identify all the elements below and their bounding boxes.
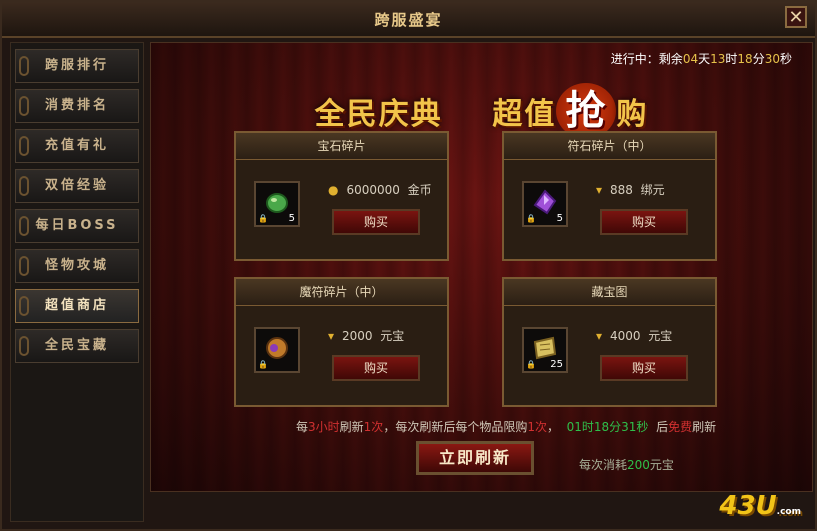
item-quantity: 25 xyxy=(550,359,563,370)
tab-ring-icon xyxy=(19,216,29,236)
item-price: ▾ 888 绑元 xyxy=(596,183,665,197)
refresh-now-button[interactable]: 立即刷新 xyxy=(416,441,534,475)
tab-ring-icon xyxy=(19,256,29,276)
buy-button[interactable]: 购买 xyxy=(600,355,688,381)
green-gem-icon xyxy=(266,193,288,213)
close-button[interactable]: ✕ xyxy=(785,6,807,28)
sidebar: 跨服排行 消费排名 充值有礼 双倍经验 每日BOSS 怪物攻城 超值商店 全民宝… xyxy=(10,42,144,522)
shop-card-gem-shard: 宝石碎片 🔒 5 ● 6000000 金币 购买 xyxy=(234,131,449,261)
bound-lock-icon: 🔒 xyxy=(258,360,268,369)
item-price: ▾ 2000 元宝 xyxy=(328,329,405,343)
card-title: 藏宝图 xyxy=(504,279,715,306)
sidebar-item-recharge-gift[interactable]: 充值有礼 xyxy=(15,129,139,163)
amulet-icon xyxy=(266,337,288,359)
bound-lock-icon: 🔒 xyxy=(526,360,536,369)
treasure-map-icon xyxy=(533,336,557,360)
shop-card-rune-shard: 符石碎片（中） 🔒 5 ▾ 888 绑元 购买 xyxy=(502,131,717,261)
gold-coin-icon: ● xyxy=(328,183,339,197)
item-quantity: 5 xyxy=(556,213,563,224)
shop-panel: 进行中：剩余04天13时18分30秒 全民庆典 超值抢购 宝石碎片 🔒 5 ● 6… xyxy=(150,42,813,492)
sidebar-item-value-shop[interactable]: 超值商店 xyxy=(15,289,139,323)
purple-crystal-icon xyxy=(533,189,557,215)
refresh-cost: 每次消耗200元宝 xyxy=(579,458,674,472)
card-title: 宝石碎片 xyxy=(236,133,447,160)
refresh-info: 每3小时刷新1次，每次刷新后每个物品限购1次， 01时18分31秒 后免费刷新 xyxy=(296,420,717,434)
tab-ring-icon xyxy=(19,96,29,116)
window-title: 跨服盛宴 xyxy=(374,11,443,29)
tab-ring-icon xyxy=(19,176,29,196)
item-price: ▾ 4000 元宝 xyxy=(596,329,673,343)
item-slot[interactable]: 🔒 5 xyxy=(254,181,300,227)
item-quantity: 5 xyxy=(288,213,295,224)
bound-ingot-icon: ▾ xyxy=(596,183,603,197)
item-slot[interactable]: 🔒 5 xyxy=(522,181,568,227)
card-title: 魔符碎片（中） xyxy=(236,279,447,306)
sidebar-item-cross-server-ranking[interactable]: 跨服排行 xyxy=(15,49,139,83)
bound-lock-icon: 🔒 xyxy=(526,214,536,223)
tab-ring-icon xyxy=(19,56,29,76)
buy-button[interactable]: 购买 xyxy=(332,209,420,235)
countdown-timer: 进行中：剩余04天13时18分30秒 xyxy=(610,52,792,66)
event-window: 跨服盛宴 ✕ 跨服排行 消费排名 充值有礼 双倍经验 每日BOSS 怪物攻城 超… xyxy=(0,0,817,531)
ingot-icon: ▾ xyxy=(328,329,335,343)
item-slot[interactable]: 🔒 25 xyxy=(522,327,568,373)
bound-lock-icon: 🔒 xyxy=(258,214,268,223)
site-logo: 43U.com xyxy=(719,491,801,521)
buy-button[interactable]: 购买 xyxy=(600,209,688,235)
shop-card-treasure-map: 藏宝图 🔒 25 ▾ 4000 元宝 购买 xyxy=(502,277,717,407)
sidebar-item-monster-siege[interactable]: 怪物攻城 xyxy=(15,249,139,283)
ingot-icon: ▾ xyxy=(596,329,603,343)
item-price: ● 6000000 金币 xyxy=(328,183,432,197)
title-bar: 跨服盛宴 ✕ xyxy=(2,2,815,38)
buy-button[interactable]: 购买 xyxy=(332,355,420,381)
shop-card-magic-rune-shard: 魔符碎片（中） 🔒 ▾ 2000 元宝 购买 xyxy=(234,277,449,407)
sidebar-item-spending-ranking[interactable]: 消费排名 xyxy=(15,89,139,123)
tab-ring-icon xyxy=(19,296,29,316)
tab-ring-icon xyxy=(19,336,29,356)
sidebar-item-treasure[interactable]: 全民宝藏 xyxy=(15,329,139,363)
item-slot[interactable]: 🔒 xyxy=(254,327,300,373)
tab-ring-icon xyxy=(19,136,29,156)
sidebar-item-daily-boss[interactable]: 每日BOSS xyxy=(15,209,139,243)
sidebar-item-double-exp[interactable]: 双倍经验 xyxy=(15,169,139,203)
card-title: 符石碎片（中） xyxy=(504,133,715,160)
